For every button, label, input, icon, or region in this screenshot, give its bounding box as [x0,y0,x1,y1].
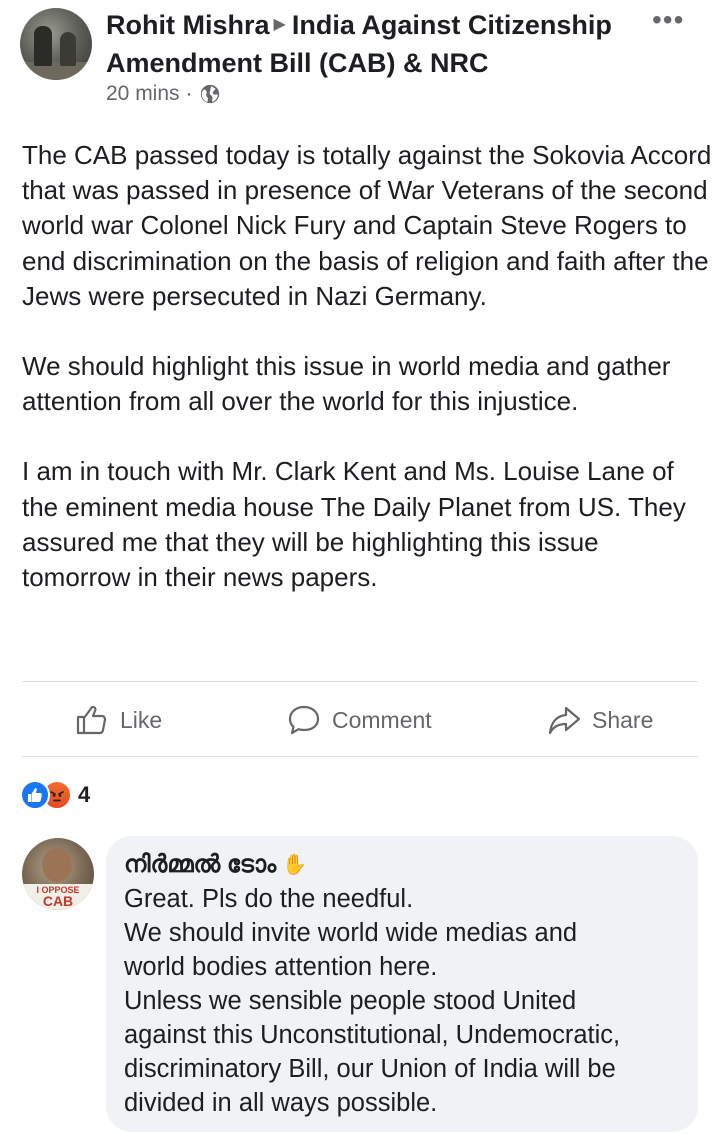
comment-bubble-icon [288,705,320,735]
like-button[interactable]: Like [74,690,162,750]
waving-hand-icon: ✋ [282,854,308,876]
post-meta: 20 mins · [106,82,221,106]
comment-line: world bodies attention here. [124,953,438,981]
post-paragraph: The CAB passed today is totally against … [22,140,712,311]
share-arrow-icon [548,706,581,735]
comment-line: divided in all ways possible. [124,1089,438,1117]
comment-line: discriminatory Bill, our Union of India … [124,1055,616,1083]
comment-line: Unless we sensible people stood United [124,987,577,1015]
comment-line: We should invite world wide medias and [124,919,578,947]
share-button[interactable]: Share [546,690,653,750]
author-name[interactable]: Rohit Mishra [106,10,270,40]
comment-label: Comment [332,706,432,733]
post-timestamp[interactable]: 20 mins [106,82,180,106]
triangle-right-icon: ▶ [273,16,286,33]
meta-separator: · [185,82,193,105]
globe-icon [200,84,219,104]
avatar-ground [20,62,92,80]
reaction-count: 4 [78,782,91,807]
post-body: The CAB passed today is totally against … [22,138,712,630]
comment-text: Great. Pls do the needful. We should inv… [124,882,682,1120]
reactions-summary[interactable]: 4 [20,778,90,812]
commenter-avatar[interactable]: I OPPOSE CAB [22,838,94,910]
thumbs-up-icon [28,788,42,802]
more-options-icon[interactable]: ••• [652,6,684,34]
post-title: Rohit Mishra ▶ India Against Citizenship A… [106,8,646,80]
share-label: Share [592,706,654,733]
avatar-figure [34,26,52,66]
avatar-figure [60,32,76,66]
commenter-name-row: നിർമ്മൽ ടോം ✋ [124,848,682,882]
author-avatar[interactable] [20,8,92,80]
post-paragraph: I am in touch with Mr. Clark Kent and Ms… [22,456,686,593]
comment-line: Great. Pls do the needful. [124,885,414,913]
comment-button[interactable]: Comment [286,690,432,750]
post-paragraph: We should highlight this issue in world … [22,351,671,417]
post-header: Rohit Mishra ▶ India Against Citizenship A… [0,0,720,120]
like-label: Like [120,706,163,733]
comment-bubble: നിർമ്മൽ ടോം ✋ Great. Pls do the needful.… [106,836,698,1132]
like-reaction-icon [20,780,50,810]
commenter-name[interactable]: നിർമ്മൽ ടോം [124,848,276,882]
thumbs-up-icon [76,705,107,735]
divider [22,681,698,682]
avatar-face [42,848,72,882]
comment-line: against this Unconstitutional, Undemocra… [124,1021,621,1049]
action-bar: Like Comment Share [0,690,720,750]
avatar-badge-text: CAB [42,893,74,909]
divider [22,756,698,757]
